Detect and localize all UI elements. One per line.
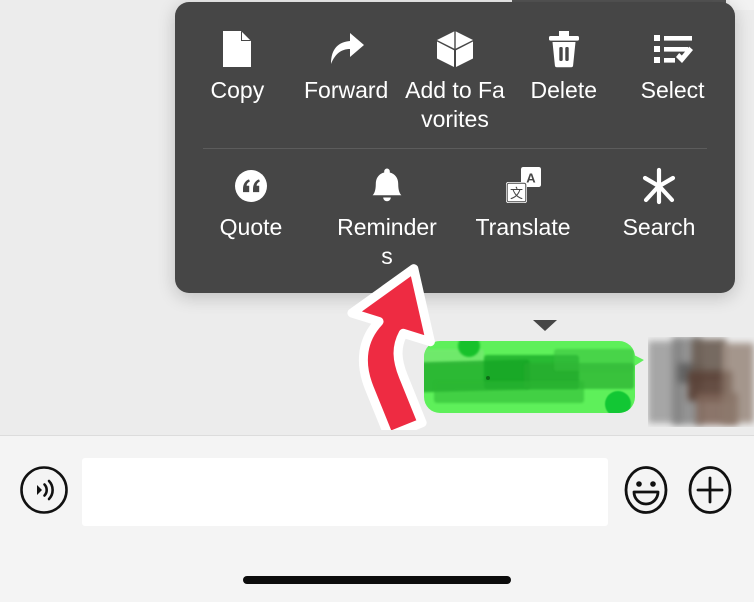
menu-item-reminders[interactable]: Reminders <box>335 165 439 271</box>
translate-icon: A 文 <box>501 165 545 207</box>
phone-screen: Copy Forward Add to Favorites Delete Sel… <box>0 0 754 602</box>
forward-arrow-icon <box>325 28 367 70</box>
menu-item-translate[interactable]: A 文 Translate <box>471 165 575 242</box>
redaction-stroke <box>434 381 584 403</box>
context-menu-row-primary: Copy Forward Add to Favorites Delete Sel… <box>175 16 735 148</box>
redaction-stroke <box>554 349 634 371</box>
menu-item-forward[interactable]: Forward <box>294 28 398 105</box>
menu-item-label: Select <box>640 77 705 103</box>
smudge-stroke <box>722 343 754 423</box>
menu-item-label: Quote <box>219 214 283 240</box>
bell-icon <box>369 165 405 207</box>
svg-text:文: 文 <box>510 187 523 202</box>
menu-item-copy[interactable]: Copy <box>185 28 289 105</box>
voice-message-icon <box>18 464 70 521</box>
avatar-redacted <box>648 337 754 427</box>
list-checkmark-icon <box>652 28 694 70</box>
message-bubble-redacted[interactable] <box>424 341 635 413</box>
quotation-mark-circle-icon <box>232 165 270 207</box>
menu-item-quote[interactable]: Quote <box>199 165 303 242</box>
menu-item-label: Copy <box>210 77 265 103</box>
voice-message-button[interactable] <box>18 464 70 521</box>
redaction-blob <box>605 391 631 413</box>
menu-item-search[interactable]: Search <box>607 165 711 242</box>
redaction-dot <box>486 376 490 380</box>
home-indicator[interactable] <box>243 576 511 584</box>
menu-item-label: Translate <box>475 214 571 240</box>
top-right-peek <box>730 0 754 10</box>
menu-item-label: Delete <box>530 77 598 103</box>
menu-item-delete[interactable]: Delete <box>512 28 616 105</box>
menu-item-add-to-favorites[interactable]: Add to Favorites <box>403 28 507 134</box>
trash-can-icon <box>546 28 582 70</box>
menu-item-label: Forward <box>304 77 389 103</box>
menu-item-select[interactable]: Select <box>621 28 725 105</box>
document-page-icon <box>219 28 255 70</box>
menu-item-label: Add to Favorites <box>405 77 505 132</box>
composer-inner <box>0 436 754 548</box>
add-attachment-button[interactable] <box>684 464 736 521</box>
message-text-input[interactable] <box>82 458 608 526</box>
cube-box-icon <box>434 28 476 70</box>
context-menu-tail <box>533 320 557 331</box>
menu-item-label: Reminders <box>337 214 437 269</box>
context-menu: Copy Forward Add to Favorites Delete Sel… <box>175 2 735 293</box>
menu-item-label: Search <box>622 214 696 240</box>
svg-text:A: A <box>526 171 536 186</box>
smiley-face-icon <box>620 464 672 521</box>
context-menu-row-secondary: Quote Reminders A 文 Translate Search <box>175 149 735 277</box>
plus-circle-icon <box>684 464 736 521</box>
emoji-button[interactable] <box>620 464 672 521</box>
sparkle-asterisk-icon <box>638 165 680 207</box>
